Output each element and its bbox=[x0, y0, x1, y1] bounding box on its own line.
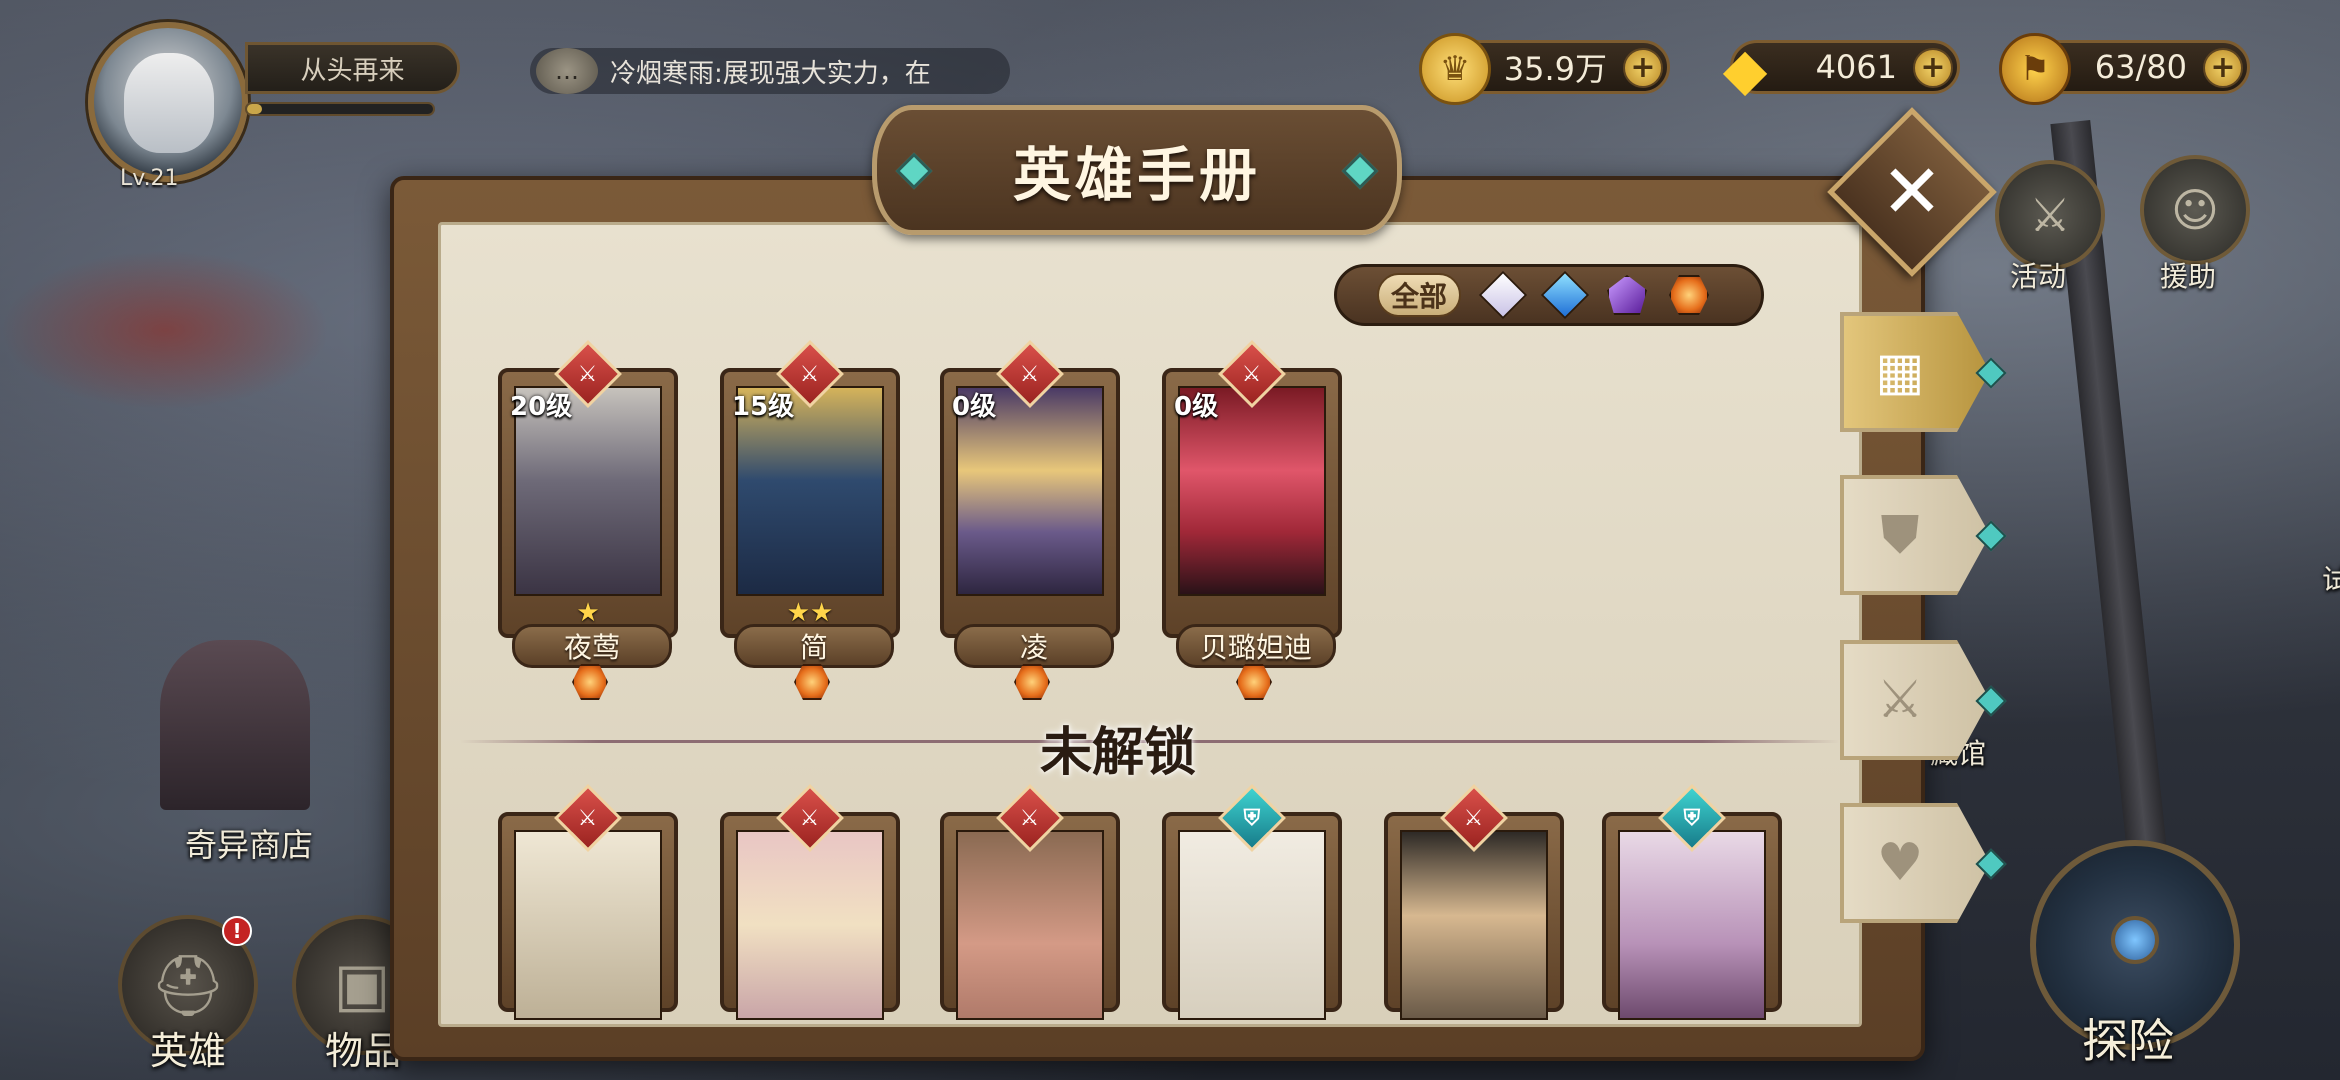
diamond-value: 4061 bbox=[1815, 48, 1897, 86]
explore-label: 探险 bbox=[2082, 1014, 2174, 1068]
filter-orange-gem-icon[interactable] bbox=[1669, 275, 1709, 315]
player-avatar[interactable] bbox=[88, 22, 248, 182]
locked-hero-card[interactable]: ⛨ bbox=[1162, 784, 1342, 1020]
handbook-title-plate: 英雄手册 bbox=[872, 105, 1402, 235]
shop-building[interactable] bbox=[160, 640, 310, 810]
close-icon: ✕ bbox=[1880, 148, 1944, 235]
hero-card-jane[interactable]: 15级 ★★ ⚔ 简 bbox=[720, 340, 900, 700]
locked-hero-card[interactable]: ⚔ bbox=[1384, 784, 1564, 1020]
activity-label: 活动 bbox=[2010, 260, 2067, 293]
background-foliage bbox=[0, 250, 330, 410]
diamond-icon: ◆ bbox=[1722, 35, 1768, 103]
grid-icon: ▦ bbox=[1875, 342, 1925, 402]
title-gem-left-icon bbox=[895, 152, 933, 190]
filter-all-button[interactable]: 全部 bbox=[1377, 273, 1461, 317]
assist-label: 援助 bbox=[2160, 260, 2217, 293]
locked-section-title: 未解锁 bbox=[1040, 723, 1197, 783]
player-level: Lv.21 bbox=[120, 166, 179, 191]
explore-gem-icon bbox=[2111, 916, 2159, 964]
hero-nav-label: 英雄 bbox=[150, 1029, 227, 1073]
page-title: 英雄手册 bbox=[1012, 141, 1261, 209]
sword-icon: ⚔ bbox=[1876, 670, 1924, 730]
diamond-counter: ◆ 4061 + bbox=[1723, 35, 1960, 103]
locked-hero-card[interactable]: ⚔ bbox=[940, 784, 1120, 1020]
hero-portrait bbox=[1618, 830, 1766, 1020]
hero-portrait bbox=[1178, 830, 1326, 1020]
chat-message: 冷烟寒雨:展现强大实力，在 bbox=[610, 58, 931, 89]
hero-portrait bbox=[514, 830, 662, 1020]
hero-alert-badge: ! bbox=[222, 916, 252, 946]
stamina-icon: ⚑ bbox=[1999, 33, 2071, 105]
title-gem-right-icon bbox=[1341, 152, 1379, 190]
locked-hero-card[interactable]: ⚔ bbox=[498, 784, 678, 1020]
hero-portrait bbox=[956, 830, 1104, 1020]
hero-level: 20级 bbox=[510, 392, 573, 422]
stamina-value: 63/80 bbox=[2094, 48, 2187, 86]
hero-portrait bbox=[1400, 830, 1548, 1020]
heart-icon: ♥ bbox=[1876, 833, 1924, 893]
restart-button[interactable]: 从头再来 bbox=[245, 42, 460, 94]
locked-hero-card[interactable]: ⚔ bbox=[720, 784, 900, 1020]
hero-level: 0级 bbox=[952, 392, 997, 422]
speech-bubble-icon: … bbox=[536, 48, 598, 94]
shop-label[interactable]: 奇异商店 bbox=[185, 820, 313, 866]
shield-icon: ⛊ bbox=[1880, 504, 1920, 565]
hero-level: 15级 bbox=[732, 392, 795, 422]
gold-counter: ♛ 35.9万 + bbox=[1419, 33, 1670, 105]
avatar-portrait bbox=[124, 53, 214, 153]
add-stamina-button[interactable]: + bbox=[2203, 48, 2243, 88]
hero-name: 贝璐妲迪 bbox=[1176, 624, 1336, 668]
hero-card-ling[interactable]: 0级 ⚔ 凌 bbox=[940, 340, 1120, 700]
gold-value: 35.9万 bbox=[1503, 50, 1607, 88]
locked-hero-card[interactable]: ⛨ bbox=[1602, 784, 1782, 1020]
rarity-filter-bar: 全部 bbox=[1334, 264, 1764, 326]
add-diamond-button[interactable]: + bbox=[1913, 48, 1953, 88]
add-gold-button[interactable]: + bbox=[1623, 48, 1663, 88]
hero-card-nightingale[interactable]: 20级 ★ ⚔ 夜莺 bbox=[498, 340, 678, 700]
activity-button[interactable]: ⚔ bbox=[1995, 160, 2105, 270]
gold-coin-icon: ♛ bbox=[1419, 33, 1491, 105]
hero-level: 0级 bbox=[1174, 392, 1219, 422]
hero-card-belladi[interactable]: 0级 ⚔ 贝璐妲迪 bbox=[1162, 340, 1342, 700]
hero-name: 凌 bbox=[954, 624, 1114, 668]
chat-ticker[interactable]: … 冷烟寒雨:展现强大实力，在 bbox=[530, 48, 1010, 94]
filter-white-gem-icon[interactable] bbox=[1478, 270, 1528, 320]
hero-portrait bbox=[736, 830, 884, 1020]
stamina-counter: ⚑ 63/80 + bbox=[1999, 33, 2250, 105]
hero-name: 夜莺 bbox=[512, 624, 672, 668]
assist-button[interactable]: ☺ bbox=[2140, 155, 2250, 265]
xp-fill bbox=[247, 104, 262, 114]
xp-bar bbox=[245, 102, 435, 116]
far-right-label[interactable]: 试 bbox=[2322, 558, 2340, 598]
filter-purple-gem-icon[interactable] bbox=[1607, 275, 1647, 315]
filter-blue-gem-icon[interactable] bbox=[1540, 270, 1590, 320]
hero-name: 简 bbox=[734, 624, 894, 668]
